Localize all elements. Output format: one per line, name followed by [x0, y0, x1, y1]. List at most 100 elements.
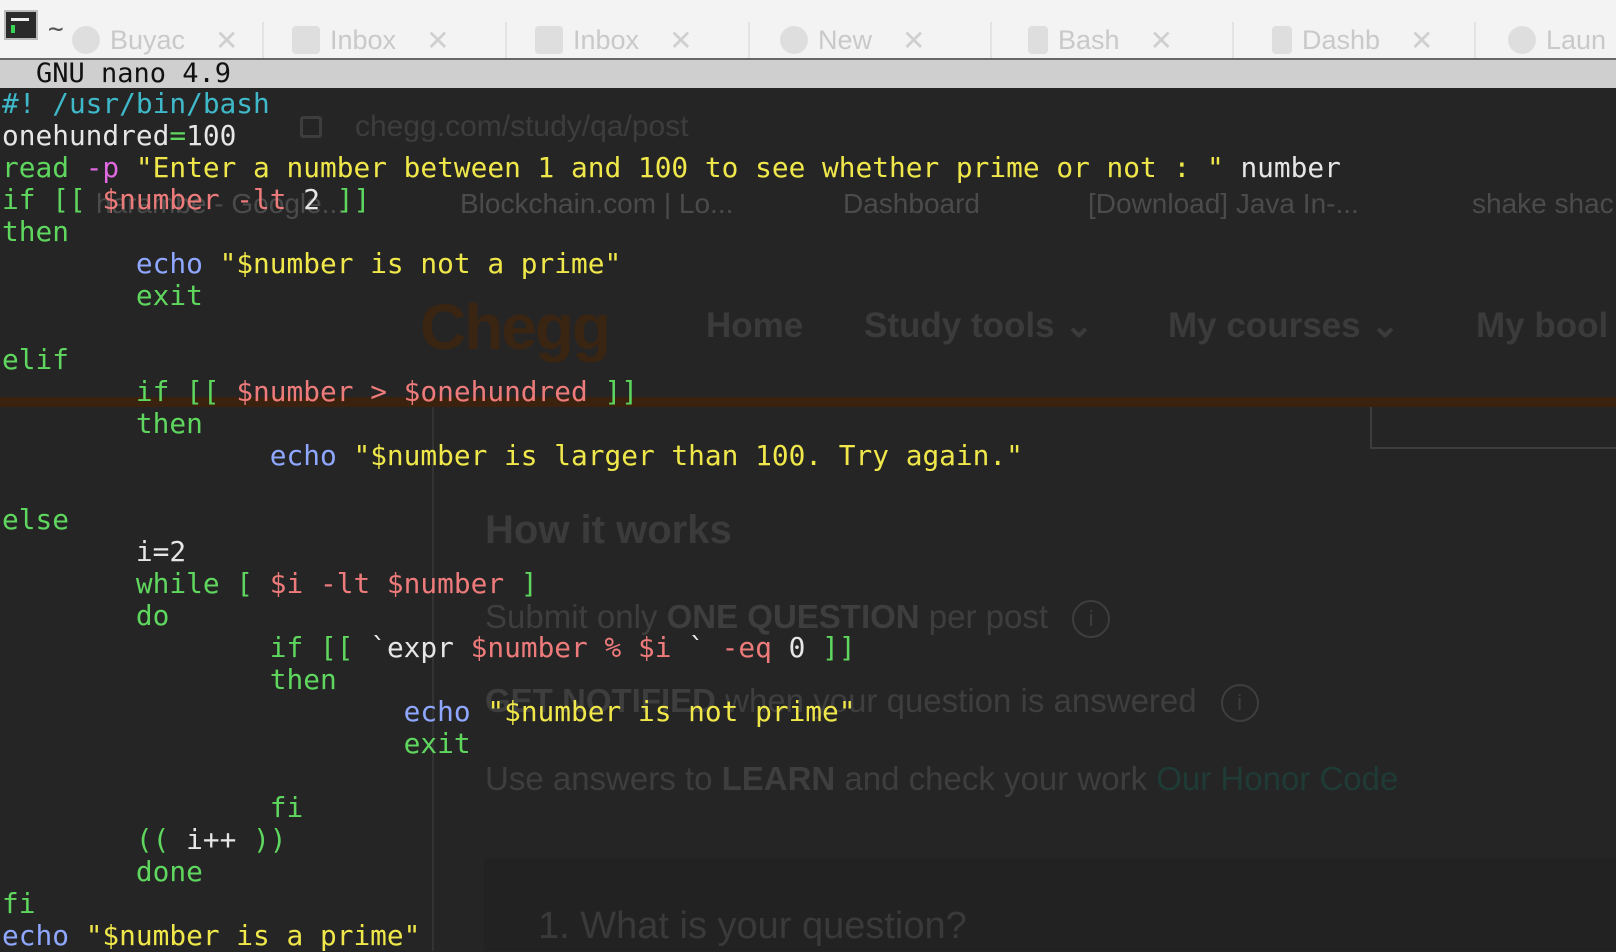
code-line: i=2 [2, 536, 1616, 568]
code-line: if [[ $number > $onehundred ]] [2, 376, 1616, 408]
code-token: fi [2, 887, 36, 920]
tab-label: New [818, 24, 873, 55]
code-line: done [2, 856, 1616, 888]
nano-version: GNU nano 4.9 [36, 58, 232, 89]
bank-icon [1028, 26, 1048, 54]
browser-tab[interactable]: Laun [1508, 22, 1606, 58]
bank-icon [1272, 26, 1292, 54]
code-line: echo "$number is larger than 100. Try ag… [2, 440, 1616, 472]
code-token: $number % $i [470, 631, 672, 664]
code-line: #! /usr/bin/bash [2, 88, 1616, 120]
code-token: fi [269, 791, 304, 824]
code-token: 0 [771, 631, 823, 664]
code-token: number [1223, 151, 1341, 184]
code-token: echo [135, 247, 203, 280]
code-line: echo "$number is a prime" [2, 920, 1616, 952]
code-token: onehundred [2, 119, 170, 152]
close-icon[interactable]: ✕ [215, 24, 238, 57]
code-token: done [135, 855, 203, 888]
browser-tab[interactable]: Inbox ✕ [292, 22, 450, 58]
tab-label: Laun [1546, 24, 1607, 55]
code-line: while [ $i -lt $number ] [2, 568, 1616, 600]
code-line: exit [2, 280, 1616, 312]
close-icon[interactable]: ✕ [1150, 24, 1173, 57]
browser-tab[interactable]: New ✕ [780, 22, 925, 58]
code-line: then [2, 664, 1616, 696]
code-token: i++ [169, 823, 254, 856]
tab-label: Buyac [110, 24, 186, 55]
close-icon[interactable]: ✕ [902, 24, 925, 57]
tab-label: Dashb [1302, 24, 1381, 55]
close-icon[interactable]: ✕ [426, 24, 449, 57]
code-token: then [2, 215, 69, 248]
code-token: ]] [822, 631, 856, 664]
code-token: echo [2, 919, 69, 952]
code-token: (( [135, 823, 170, 856]
code-token: elif [2, 343, 69, 376]
code-token: ] [504, 567, 538, 600]
code-token: else [2, 503, 69, 536]
browser-tab-bar: Buyac ✕ Inbox ✕ Inbox ✕ New ✕ Bash ✕ Das… [0, 0, 1616, 64]
code-token: expr [386, 631, 471, 664]
code-token: then [269, 663, 337, 696]
code-token: "$number is a prime" [68, 919, 421, 952]
close-icon[interactable]: ✕ [1410, 24, 1433, 57]
code-line: if [[ `expr $number % $i ` -eq 0 ]] [2, 632, 1616, 664]
terminal-icon[interactable] [4, 10, 38, 40]
code-token: ` [370, 631, 387, 664]
code-token: =2 [152, 535, 187, 568]
browser-tab[interactable]: Inbox ✕ [535, 22, 693, 58]
chrome-icon [780, 26, 808, 54]
code-line: elif [2, 344, 1616, 376]
code-token: "$number is larger than 100. Try again." [336, 439, 1023, 472]
code-token: "$number is not prime" [470, 695, 856, 728]
code-token: if [[ [135, 375, 237, 408]
code-token: "Enter a number between 1 and 100 to see… [119, 151, 1224, 184]
code-token: read [2, 151, 86, 184]
code-token: exit [403, 727, 471, 760]
code-token: ]] [336, 183, 371, 216]
code-line: else [2, 504, 1616, 536]
nano-title-bar: GNU nano 4.9 [0, 58, 1616, 89]
tab-label: Bash [1058, 24, 1120, 55]
browser-tab[interactable]: Buyac ✕ [72, 22, 239, 58]
code-token: = [169, 119, 187, 152]
code-token: i [135, 535, 153, 568]
code-line: if [[ $number -lt 2 ]] [2, 184, 1616, 216]
editor-buffer[interactable]: #! /usr/bin/bash onehundred=100 read -p … [2, 88, 1616, 952]
tab-label: Inbox [330, 24, 397, 55]
tab-favicon-icon [72, 26, 100, 54]
code-token: $i -lt $number [269, 567, 505, 600]
code-line: echo "$number is not a prime" [2, 248, 1616, 280]
globe-icon [1508, 26, 1536, 54]
code-line: read -p "Enter a number between 1 and 10… [2, 152, 1616, 184]
code-token: -p [85, 151, 120, 184]
close-icon[interactable]: ✕ [669, 24, 692, 57]
code-token: 100 [186, 119, 237, 152]
tab-label: Inbox [573, 24, 640, 55]
browser-tab[interactable]: Bash ✕ [1028, 22, 1173, 58]
browser-tab[interactable]: Dashb ✕ [1272, 22, 1434, 58]
code-line: fi [2, 792, 1616, 824]
gmail-icon [535, 26, 563, 54]
code-token: do [135, 599, 170, 632]
code-token: then [135, 407, 203, 440]
code-line: exit [2, 728, 1616, 760]
